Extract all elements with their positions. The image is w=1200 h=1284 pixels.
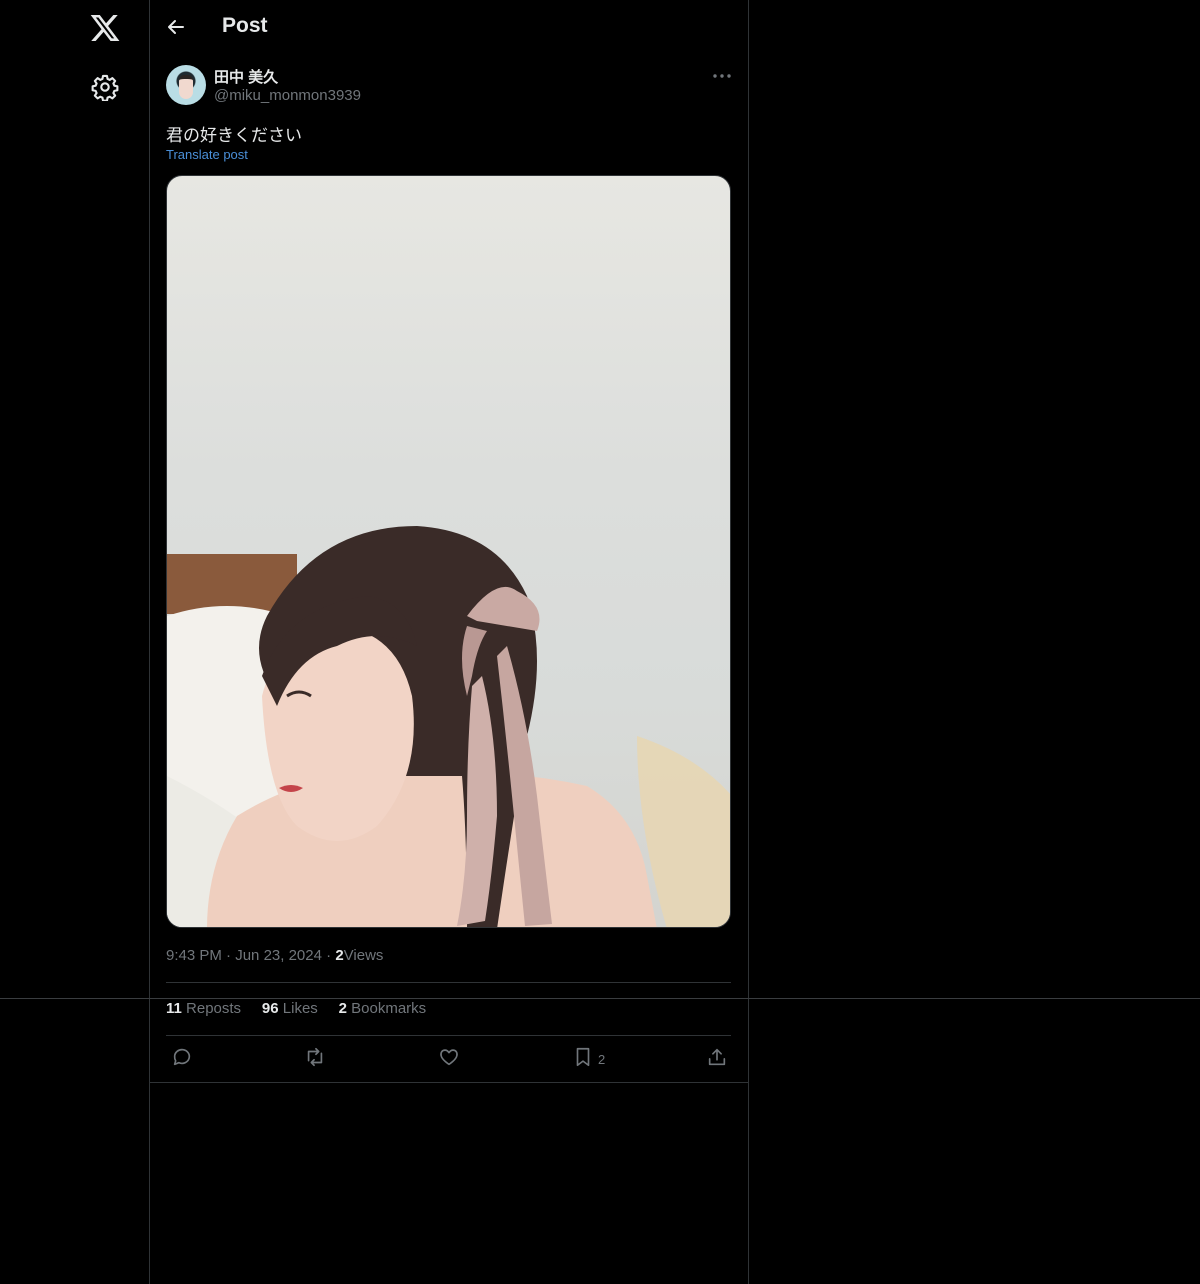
reposts-stat[interactable]: 11 Reposts <box>166 1000 241 1017</box>
post-time[interactable]: 9:43 PM <box>166 947 222 964</box>
share-button[interactable] <box>706 1047 728 1071</box>
bookmark-count: 2 <box>598 1051 606 1067</box>
post-stats: 11 Reposts 96 Likes 2 Bookmarks <box>166 1000 426 1017</box>
likes-count: 96 <box>261 1000 279 1017</box>
likes-stat[interactable]: 96 Likes <box>262 1000 318 1017</box>
reposts-count: 11 <box>166 1000 182 1017</box>
post-image-illustration <box>167 526 730 927</box>
bookmarks-stat[interactable]: 2 Bookmarks <box>339 1000 427 1017</box>
reposts-label: Reposts <box>186 1000 242 1017</box>
post-metadata: 9:43 PM · Jun 23, 2024 · 2Views <box>166 947 383 964</box>
page-header: Post <box>149 0 748 54</box>
reply-button[interactable] <box>171 1047 193 1071</box>
repost-button[interactable] <box>304 1047 326 1071</box>
x-logo-icon[interactable] <box>89 12 121 44</box>
divider <box>166 982 731 983</box>
reply-icon <box>171 1046 193 1073</box>
viewport-divider-line <box>0 998 1200 999</box>
back-arrow-icon[interactable] <box>164 15 188 39</box>
divider <box>149 1082 748 1083</box>
main-column: Post 田中 美久 @miku_monmon3939 君の好きください Tra… <box>149 0 749 1284</box>
views-label: Views <box>343 947 384 964</box>
meta-separator: · <box>226 947 232 964</box>
repost-icon <box>304 1046 326 1073</box>
author-handle[interactable]: @miku_monmon3939 <box>214 87 361 104</box>
bookmarks-count: 2 <box>338 1000 347 1017</box>
translate-post-link[interactable]: Translate post <box>166 147 248 162</box>
bookmark-button[interactable]: 2 <box>572 1047 605 1071</box>
meta-separator: · <box>326 947 332 964</box>
like-button[interactable] <box>438 1047 460 1071</box>
page-title: Post <box>222 14 268 37</box>
bookmark-icon <box>572 1046 594 1073</box>
gear-icon[interactable] <box>91 73 119 102</box>
more-options-icon[interactable] <box>710 64 734 88</box>
author-display-name[interactable]: 田中 美久 <box>214 66 278 87</box>
likes-label: Likes <box>282 1000 318 1017</box>
post-actions: 2 <box>166 1036 731 1082</box>
post-image[interactable] <box>166 175 731 928</box>
bookmarks-label: Bookmarks <box>351 1000 427 1017</box>
views-count: 2 <box>335 947 344 964</box>
post-date[interactable]: Jun 23, 2024 <box>235 947 322 964</box>
share-icon <box>706 1046 728 1073</box>
avatar[interactable] <box>166 65 206 105</box>
left-nav <box>0 0 150 1284</box>
post-text: 君の好きください <box>166 126 302 145</box>
heart-icon <box>438 1046 460 1073</box>
